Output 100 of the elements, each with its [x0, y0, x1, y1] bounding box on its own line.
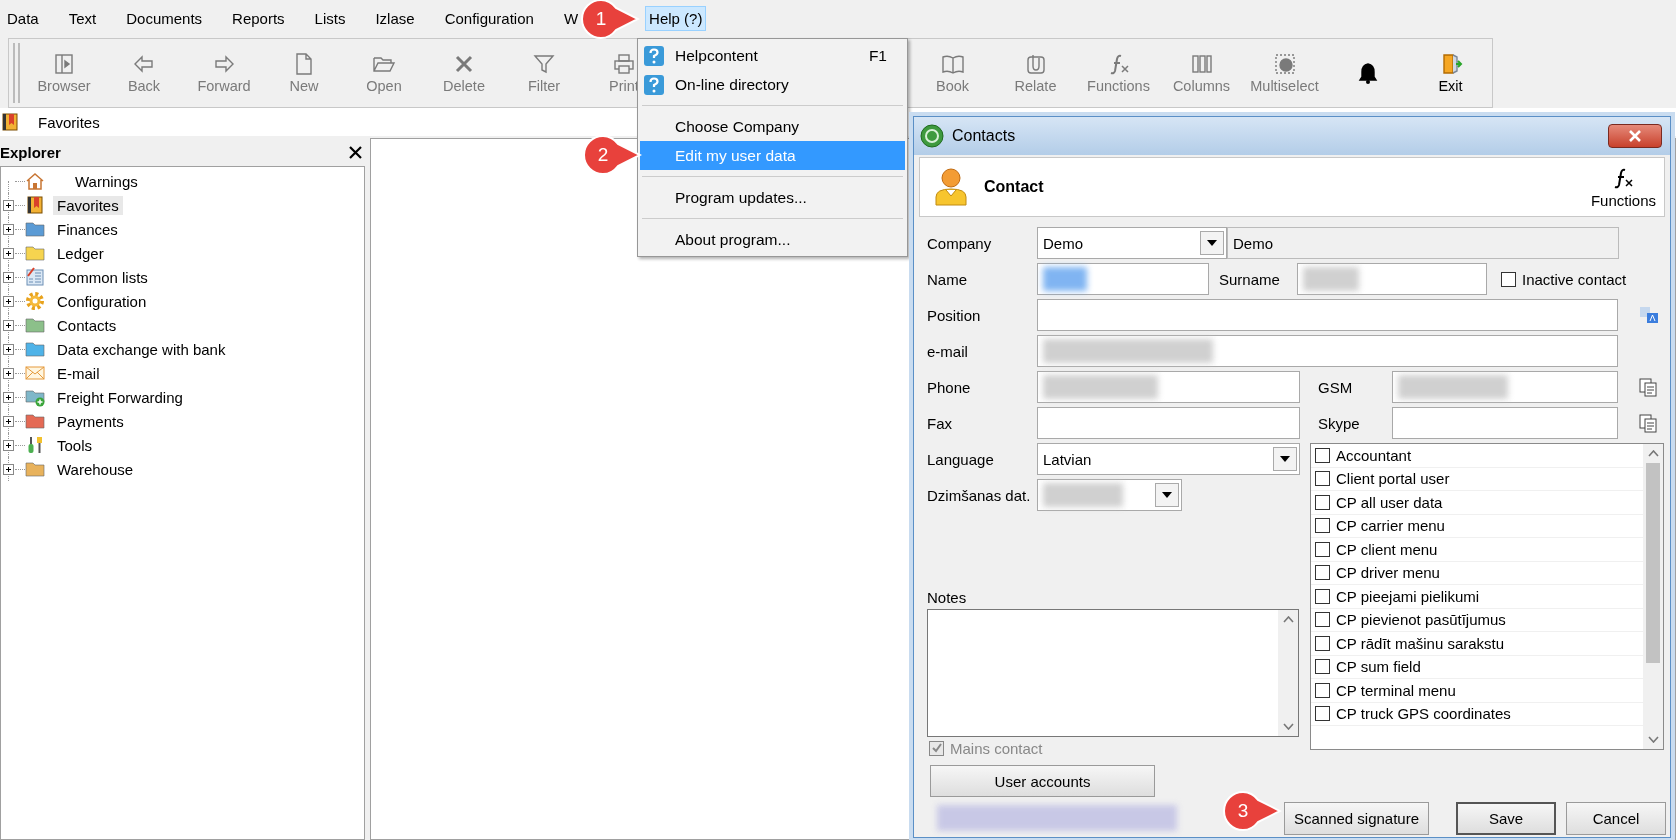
expand-icon[interactable]	[2, 415, 14, 427]
checkbox[interactable]	[1315, 565, 1330, 581]
expand-icon[interactable]	[2, 439, 14, 451]
copy-icon[interactable]	[1638, 413, 1658, 433]
bookmark-icon	[0, 112, 20, 132]
expand-icon[interactable]	[2, 223, 14, 235]
text-field[interactable]: Demo	[1227, 227, 1619, 259]
checkbox-label[interactable]: CP carrier menu	[1336, 517, 1445, 535]
menu-item[interactable]: About program...	[640, 225, 905, 254]
dialog-button[interactable]: Scanned signature	[1284, 802, 1429, 835]
text-field[interactable]	[1297, 263, 1487, 295]
scroll-up-icon[interactable]	[1647, 450, 1659, 457]
menu-item[interactable]: Reports	[228, 5, 289, 31]
text-field[interactable]	[1392, 407, 1618, 439]
app-icon	[920, 124, 944, 148]
translate-icon[interactable]	[1638, 305, 1660, 325]
close-button[interactable]	[1608, 124, 1662, 148]
checkbox[interactable]	[1315, 659, 1330, 675]
checkbox[interactable]	[1315, 494, 1330, 510]
menu-item[interactable]: Help (?)	[645, 5, 707, 31]
menu-item[interactable]: Choose Company	[640, 112, 905, 141]
checkbox[interactable]	[1315, 612, 1330, 628]
dialog-button[interactable]: Save	[1456, 802, 1556, 835]
expand-icon[interactable]	[2, 343, 14, 355]
checkbox-label[interactable]: CP sum field	[1336, 658, 1421, 676]
user-accounts-button[interactable]: User accounts	[930, 765, 1155, 797]
checkbox-label[interactable]: CP truck GPS coordinates	[1336, 705, 1511, 723]
tree-item[interactable]: Warehouse	[53, 459, 138, 479]
checkbox[interactable]	[1315, 706, 1330, 722]
tree-item[interactable]: Contacts	[53, 315, 121, 335]
tree-item[interactable]: E-mail	[53, 363, 104, 383]
text-field[interactable]	[1037, 299, 1618, 331]
scrollbar[interactable]	[1278, 610, 1298, 736]
toolbar-button[interactable]: Exit	[1409, 39, 1492, 107]
dropdown[interactable]: Latvian	[1037, 443, 1300, 475]
expand-icon[interactable]	[2, 247, 14, 259]
tree-item[interactable]: Common lists	[53, 267, 152, 287]
menu-item[interactable]: Izlase	[371, 5, 419, 31]
menu-item[interactable]: Lists	[310, 5, 350, 31]
checkbox-label[interactable]: Accountant	[1336, 446, 1412, 464]
notes-field[interactable]	[927, 609, 1299, 737]
tree-item[interactable]: Warnings	[71, 171, 142, 191]
copy-icon[interactable]	[1638, 377, 1658, 397]
toolbar-grip[interactable]	[13, 43, 20, 103]
checkbox-label[interactable]: Client portal user	[1336, 470, 1450, 488]
expand-icon[interactable]	[2, 463, 14, 475]
checkbox-label[interactable]: CP terminal menu	[1336, 681, 1456, 699]
dropdown-arrow-icon[interactable]	[1162, 492, 1172, 498]
scroll-down-icon[interactable]	[1282, 723, 1294, 730]
close-button[interactable]	[349, 145, 362, 159]
functions-button[interactable]: Functions	[1590, 165, 1656, 209]
scroll-down-icon[interactable]	[1647, 736, 1659, 743]
expand-icon[interactable]	[2, 295, 14, 307]
checkbox-label[interactable]: CP all user data	[1336, 493, 1443, 511]
tree-item[interactable]: Ledger	[53, 243, 108, 263]
checkbox[interactable]	[1315, 518, 1330, 534]
dropdown[interactable]: Demo	[1037, 227, 1227, 259]
text-field[interactable]	[1037, 335, 1618, 367]
text-field[interactable]	[1392, 371, 1618, 403]
dropdown-arrow-icon[interactable]	[1280, 456, 1290, 462]
tree-item[interactable]: Freight Forwarding	[53, 387, 187, 407]
text-field[interactable]	[1037, 263, 1209, 295]
checkbox-label[interactable]: CP client menu	[1336, 540, 1438, 558]
expand-icon[interactable]	[2, 319, 14, 331]
menu-item[interactable]: Documents	[122, 5, 207, 31]
checkbox[interactable]	[1501, 271, 1516, 287]
favorites-label[interactable]: Favorites	[38, 113, 100, 131]
tree-item[interactable]: Finances	[53, 219, 122, 239]
menu-item[interactable]: Configuration	[440, 5, 538, 31]
text-field[interactable]	[1037, 407, 1300, 439]
tree-item[interactable]: Data exchange with bank	[53, 339, 230, 359]
checkbox[interactable]	[1315, 635, 1330, 651]
checkbox-label[interactable]: CP pievienot pasūtījumus	[1336, 611, 1506, 629]
expand-icon[interactable]	[2, 199, 14, 211]
checkbox-label[interactable]: CP driver menu	[1336, 564, 1440, 582]
checkbox[interactable]	[1315, 541, 1330, 557]
tree-item[interactable]: Tools	[53, 435, 97, 455]
checkbox[interactable]	[1315, 682, 1330, 698]
dropdown-arrow-icon[interactable]	[1207, 240, 1217, 246]
expand-icon[interactable]	[2, 271, 14, 283]
expand-icon[interactable]	[2, 367, 14, 379]
text-field[interactable]	[1037, 371, 1300, 403]
scrollbar[interactable]	[1643, 444, 1663, 749]
tree-item[interactable]: Favorites	[53, 195, 123, 215]
checkbox[interactable]	[1315, 588, 1330, 604]
menu-item[interactable]: Program updates...	[640, 183, 905, 212]
expand-icon[interactable]	[2, 391, 14, 403]
checkbox[interactable]	[1315, 471, 1330, 487]
tree-item[interactable]: Configuration	[53, 291, 151, 311]
checkbox-label[interactable]: CP rādīt mašinu sarakstu	[1336, 634, 1505, 652]
checkbox[interactable]	[1315, 447, 1330, 463]
menu-item[interactable]: Text	[64, 5, 101, 31]
dialog-button[interactable]: Cancel	[1566, 802, 1666, 835]
checkbox-label[interactable]: Inactive contact	[1522, 270, 1627, 288]
tree-item[interactable]: Payments	[53, 411, 128, 431]
menu-item[interactable]: W	[559, 5, 583, 31]
menu-item[interactable]: Data	[3, 5, 43, 31]
close-icon[interactable]	[1627, 130, 1643, 142]
checkbox-label[interactable]: CP pieejami pielikumi	[1336, 587, 1480, 605]
scroll-up-icon[interactable]	[1282, 616, 1294, 623]
